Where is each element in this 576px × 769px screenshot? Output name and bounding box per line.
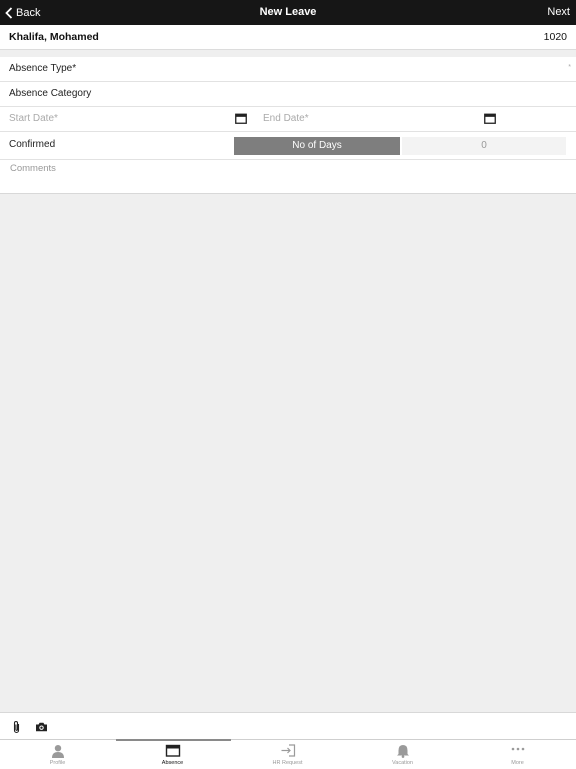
ellipsis-icon	[511, 747, 524, 751]
tab-label: Absence	[161, 760, 184, 766]
leave-form: Absence Type* * Absence Category Start D…	[0, 57, 576, 194]
tab-hr-request[interactable]: HR Request	[230, 740, 345, 769]
next-button[interactable]: Next	[547, 0, 570, 25]
tab-label: Profile	[49, 760, 66, 766]
date-row: Start Date* End Date*	[0, 107, 576, 132]
tab-more[interactable]: More	[460, 740, 575, 769]
camera-icon[interactable]	[35, 722, 48, 732]
confirmed-row: Confirmed No of Days 0	[0, 132, 576, 160]
absence-category-field[interactable]: Absence Category	[0, 82, 576, 107]
paperclip-icon[interactable]	[12, 720, 21, 734]
no-of-days-value: 0	[402, 137, 566, 155]
person-icon	[51, 745, 64, 758]
attachment-bar	[0, 712, 576, 740]
active-tab-indicator	[116, 739, 231, 741]
required-indicator: *	[568, 64, 571, 71]
tab-label: More	[511, 760, 524, 766]
tab-bar: Profile Absence HR Request Vacation More	[0, 739, 576, 769]
employee-id: 1020	[543, 31, 567, 43]
end-date-input[interactable]: End Date*	[263, 113, 309, 124]
tab-vacation[interactable]: Vacation	[345, 740, 460, 769]
absence-category-label: Absence Category	[9, 88, 92, 99]
sign-in-icon	[281, 744, 295, 757]
employee-name: Khalifa, Mohamed	[9, 31, 99, 43]
absence-type-label: Absence Type*	[9, 63, 77, 74]
start-date-input[interactable]: Start Date*	[9, 113, 58, 124]
end-date-calendar-icon[interactable]	[484, 113, 496, 124]
page-title: New Leave	[259, 6, 317, 18]
absence-type-field[interactable]: Absence Type* *	[0, 57, 576, 82]
tab-label: Vacation	[392, 760, 413, 766]
tab-label: HR Request	[272, 760, 303, 766]
navigation-bar: Back New Leave Next	[0, 0, 576, 25]
comments-input[interactable]: Comments	[10, 163, 56, 174]
calendar-icon	[165, 744, 180, 757]
bell-icon	[396, 745, 409, 758]
tab-profile[interactable]: Profile	[0, 740, 115, 769]
tab-absence[interactable]: Absence	[115, 740, 230, 769]
no-of-days-label: No of Days	[234, 137, 400, 155]
confirmed-toggle[interactable]: Confirmed	[9, 139, 55, 150]
start-date-calendar-icon[interactable]	[235, 113, 247, 124]
employee-header: Khalifa, Mohamed 1020	[0, 25, 576, 50]
